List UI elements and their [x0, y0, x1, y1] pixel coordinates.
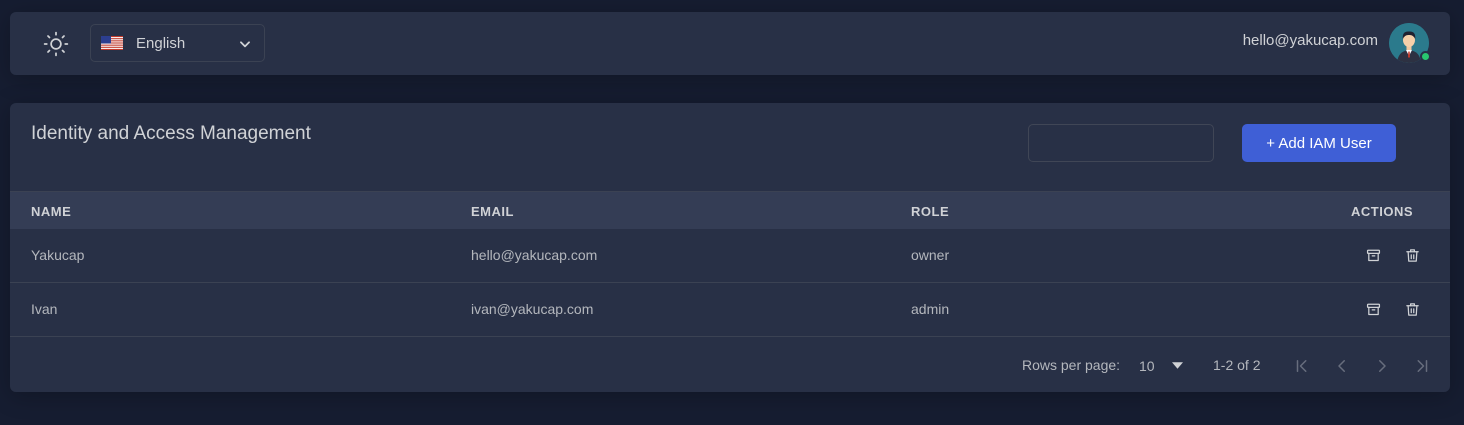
archive-icon[interactable]	[1365, 247, 1381, 263]
rows-per-page-value: 10	[1139, 358, 1155, 374]
rows-per-page-label: Rows per page:	[1022, 357, 1121, 373]
pagination-range: 1-2 of 2	[1213, 357, 1261, 373]
column-header-actions: ACTIONS	[1351, 204, 1413, 219]
add-iam-user-button[interactable]: + Add IAM User	[1242, 124, 1396, 162]
online-status-badge	[1420, 51, 1431, 62]
cell-name: Yakucap	[31, 247, 85, 263]
theme-toggle-button[interactable]	[42, 30, 70, 58]
language-select[interactable]: English	[90, 24, 265, 62]
sun-icon	[43, 31, 69, 57]
user-email[interactable]: hello@yakucap.com	[1243, 32, 1378, 49]
cell-role: owner	[911, 247, 950, 263]
first-page-button[interactable]	[1290, 354, 1314, 378]
chevron-left-icon	[1338, 360, 1345, 372]
archive-icon[interactable]	[1365, 301, 1381, 317]
top-navbar: English hello@yakucap.com	[10, 12, 1450, 75]
trash-icon[interactable]	[1404, 247, 1420, 263]
last-page-icon	[1417, 360, 1428, 372]
rows-per-page-select[interactable]: 10	[1139, 354, 1199, 378]
first-page-icon	[1296, 360, 1307, 372]
chevron-right-icon	[1379, 360, 1386, 372]
us-flag-icon	[101, 36, 123, 50]
next-page-button[interactable]	[1370, 354, 1394, 378]
chevron-down-icon	[240, 41, 250, 48]
caret-down-icon	[1172, 362, 1183, 369]
language-label: English	[136, 34, 186, 52]
page-title: Identity and Access Management	[31, 123, 311, 144]
cell-email: ivan@yakucap.com	[471, 301, 594, 317]
last-page-button[interactable]	[1410, 354, 1434, 378]
avatar[interactable]	[1389, 23, 1431, 63]
search-input[interactable]	[1028, 124, 1214, 162]
cell-name: Ivan	[31, 301, 58, 317]
table-row: Yakucap hello@yakucap.com owner	[10, 229, 1450, 283]
column-header-name[interactable]: NAME	[31, 204, 71, 219]
column-header-email[interactable]: EMAIL	[471, 204, 514, 219]
trash-icon[interactable]	[1404, 301, 1420, 317]
iam-card: Identity and Access Management + Add IAM…	[10, 103, 1450, 392]
cell-email: hello@yakucap.com	[471, 247, 598, 263]
column-header-role[interactable]: ROLE	[911, 204, 949, 219]
table-header: NAME EMAIL ROLE ACTIONS	[10, 191, 1450, 229]
pagination-footer: Rows per page: 10 1-2 of 2	[10, 337, 1450, 392]
prev-page-button[interactable]	[1330, 354, 1354, 378]
cell-role: admin	[911, 301, 950, 317]
table-row: Ivan ivan@yakucap.com admin	[10, 283, 1450, 337]
